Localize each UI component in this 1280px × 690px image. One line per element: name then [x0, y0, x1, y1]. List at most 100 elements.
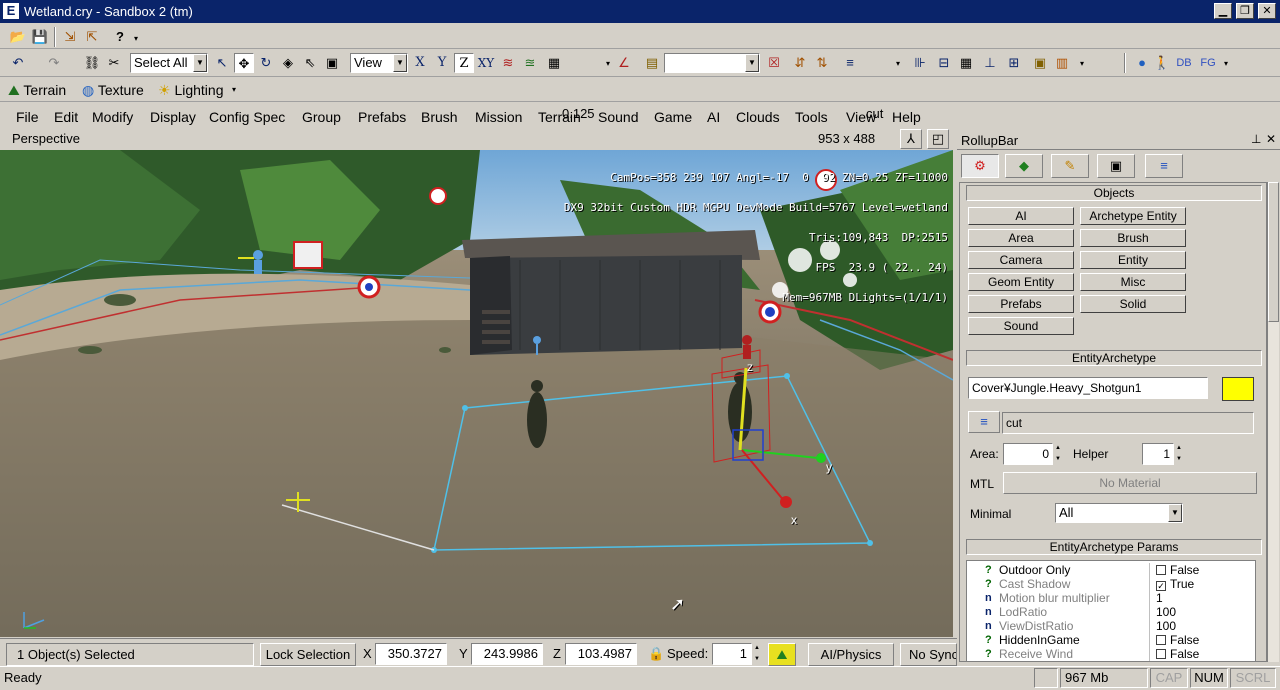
param-row[interactable]: ? Receive Wind False	[967, 647, 1255, 661]
menu-sound[interactable]: Sound	[598, 109, 638, 125]
lock-selection-button[interactable]: Lock Selection	[260, 643, 356, 666]
tab-layers[interactable]: ≡	[1145, 154, 1183, 178]
lock-icon[interactable]: 🔒	[648, 646, 664, 662]
character-icon[interactable]: 🚶	[1152, 53, 1172, 73]
menu-modify[interactable]: Modify	[92, 109, 133, 125]
material-icon[interactable]: ▣	[1030, 53, 1050, 73]
angle-snap-icon[interactable]: ∠	[614, 53, 634, 73]
delete-selection-icon[interactable]: ☒	[764, 53, 784, 73]
checkbox[interactable]	[1156, 649, 1166, 659]
array-icon[interactable]: ▦	[956, 53, 976, 73]
minimize-button[interactable]: ▁	[1214, 3, 1232, 19]
create-area-button[interactable]: Area	[968, 229, 1074, 247]
close-panel-icon[interactable]: ✕	[1266, 132, 1276, 146]
speed-spinner[interactable]: ▲ ▼	[752, 643, 762, 665]
flowgraph-button[interactable]: FG	[1198, 53, 1218, 73]
area-spinner[interactable]: ▲ ▼	[1053, 443, 1063, 465]
tab-create-objects[interactable]: ⚙	[961, 154, 999, 178]
checkbox[interactable]	[1156, 635, 1166, 645]
export-icon[interactable]: ⇱	[82, 27, 102, 47]
menu-ai[interactable]: AI	[707, 109, 720, 125]
undo-icon[interactable]: ↶	[8, 53, 28, 73]
chevron-down-icon[interactable]: ▾	[888, 54, 908, 74]
entity-archetype-header[interactable]: EntityArchetype	[966, 350, 1262, 366]
menu-clouds[interactable]: Clouds	[736, 109, 780, 125]
checkbox[interactable]: ✓	[1156, 581, 1166, 591]
save-icon[interactable]: 💾	[30, 27, 50, 47]
scale-icon[interactable]: ◈	[278, 53, 298, 73]
archetype-color-swatch[interactable]	[1222, 377, 1254, 401]
helper-spinner[interactable]: ▲ ▼	[1174, 443, 1184, 465]
create-misc-button[interactable]: Misc	[1080, 273, 1186, 291]
terrain-collision-icon[interactable]: ⛰	[768, 643, 796, 666]
create-ai-button[interactable]: AI	[968, 207, 1074, 225]
create-geom-entity-button[interactable]: Geom Entity	[968, 273, 1074, 291]
create-brush-button[interactable]: Brush	[1080, 229, 1186, 247]
create-prefabs-button[interactable]: Prefabs	[968, 295, 1074, 313]
viewport-name[interactable]: Perspective	[12, 131, 80, 146]
ai-physics-button[interactable]: AI/Physics	[808, 643, 894, 666]
globe-icon[interactable]: ●	[1132, 53, 1152, 73]
menu-config-spec[interactable]: Config Spec	[209, 109, 285, 125]
chevron-down-icon[interactable]: ▾	[224, 80, 244, 100]
import-icon[interactable]: ⇲	[60, 27, 80, 47]
menu-display[interactable]: Display	[150, 109, 196, 125]
objects-header[interactable]: Objects	[966, 185, 1262, 201]
align-terrain-icon[interactable]: ⊥	[980, 53, 1000, 73]
axis-y-button[interactable]: Y	[432, 53, 452, 73]
select-icon[interactable]: ↖	[212, 53, 232, 73]
selection-set-dropdown[interactable]: ▼	[664, 53, 760, 73]
terrain-tab[interactable]: ⛰ Terrain	[8, 82, 66, 99]
param-row[interactable]: n LodRatio 100	[967, 605, 1255, 619]
scrollbar-thumb[interactable]	[1268, 182, 1279, 322]
viewport-axis-icon[interactable]: ⅄	[900, 129, 922, 149]
create-camera-button[interactable]: Camera	[968, 251, 1074, 269]
terrain-snap-icon[interactable]: ≊	[520, 53, 540, 73]
chevron-down-icon[interactable]: ▾	[1216, 54, 1236, 74]
menu-game[interactable]: Game	[654, 109, 692, 125]
menu-brush[interactable]: Brush	[421, 109, 458, 125]
axis-z-button[interactable]: Z	[454, 53, 474, 73]
menu-view[interactable]: View	[846, 109, 876, 125]
z-coordinate-input[interactable]: 103.4987	[565, 643, 637, 665]
texture-browser-icon[interactable]: ▥	[1052, 53, 1072, 73]
pin-icon[interactable]: ⊥	[1251, 132, 1261, 146]
coord-system-dropdown[interactable]: View ▼	[350, 53, 408, 73]
maximize-viewport-icon[interactable]: ◰	[927, 129, 949, 149]
helper-input[interactable]: 1	[1142, 443, 1174, 465]
layers-icon[interactable]: ≡	[840, 53, 860, 73]
menu-help[interactable]: Help	[892, 109, 921, 125]
rollup-scrollbar[interactable]	[1267, 182, 1279, 662]
menu-prefabs[interactable]: Prefabs	[358, 109, 406, 125]
menu-mission[interactable]: Mission	[475, 109, 522, 125]
menu-terrain[interactable]: Terrain	[538, 109, 581, 125]
create-archetype-entity-button[interactable]: Archetype Entity	[1080, 207, 1186, 225]
save-layer-icon[interactable]: ⇅	[812, 53, 832, 73]
axis-x-button[interactable]: X	[410, 53, 430, 73]
align-grid-icon[interactable]: ⊞	[1004, 53, 1024, 73]
x-coordinate-input[interactable]: 350.3727	[375, 643, 447, 665]
create-sound-button[interactable]: Sound	[968, 317, 1074, 335]
create-entity-button[interactable]: Entity	[1080, 251, 1186, 269]
menu-file[interactable]: File	[16, 109, 39, 125]
create-solid-button[interactable]: Solid	[1080, 295, 1186, 313]
chevron-down-icon[interactable]: ▾	[1072, 54, 1092, 74]
tab-modify[interactable]: ✎	[1051, 154, 1089, 178]
notes-icon[interactable]: ▤	[642, 53, 662, 73]
param-row[interactable]: n Motion blur multiplier 1	[967, 591, 1255, 605]
grid-icon[interactable]: ▦	[544, 53, 564, 73]
material-button[interactable]: No Material	[1003, 472, 1257, 494]
open-icon[interactable]: 📂	[8, 27, 28, 47]
archetype-name-field[interactable]: Cover¥Jungle.Heavy_Shotgun1	[968, 377, 1208, 399]
redo-icon[interactable]: ↷	[44, 53, 64, 73]
checkbox[interactable]	[1156, 565, 1166, 575]
menu-group[interactable]: Group	[302, 109, 341, 125]
link-icon[interactable]: ⛓	[82, 53, 102, 73]
menu-tools[interactable]: Tools	[795, 109, 828, 125]
speed-input[interactable]: 1	[712, 643, 752, 665]
select-filter-dropdown[interactable]: Select All ▼	[130, 53, 208, 73]
tab-display[interactable]: ▣	[1097, 154, 1135, 178]
lighting-tab[interactable]: ☀ Lighting	[158, 82, 224, 99]
param-row[interactable]: n ViewDistRatio 100	[967, 619, 1255, 633]
align-bounds-icon[interactable]: ⊟	[934, 53, 954, 73]
